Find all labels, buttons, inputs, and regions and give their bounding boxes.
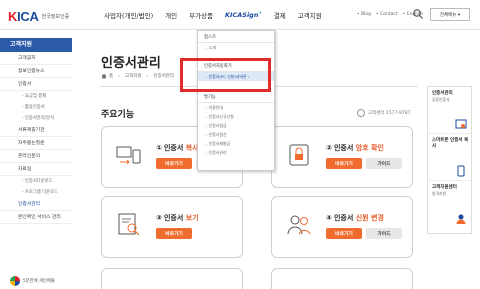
- global-nav: 사업자(개인/법인) 개인 부가상품 KICASign+ 결제 고객지원: [104, 10, 334, 20]
- card-title: ② 인증서 암호 확인: [326, 144, 384, 152]
- sidebar-item-inquiry[interactable]: 온라인문의: [0, 150, 72, 163]
- sidebar-title: 고객지원: [0, 38, 72, 52]
- card-title: ④ 인증서 신원 변경: [326, 214, 384, 222]
- gnb-item-business[interactable]: 사업자(개인/법인): [104, 10, 153, 20]
- sidebar-subitem-analysis[interactable]: - 인증서관리/분석: [0, 113, 72, 124]
- gnb-item-personal[interactable]: 개인: [165, 10, 177, 20]
- breadcrumb-sep-icon: ›: [146, 73, 149, 79]
- feature-card-identity: ④ 인증서 신원 변경 바로가기 가이드: [271, 196, 413, 258]
- shortcut-button[interactable]: 바로가기: [326, 228, 362, 239]
- quick-title: 스마트폰 인증서 복사: [432, 138, 469, 149]
- sidebar-item-news[interactable]: 정보인증뉴스: [0, 65, 72, 78]
- certificate-icon: [455, 119, 467, 129]
- sidebar-item-faq[interactable]: 자주묻는질문: [0, 137, 72, 150]
- sidebar-subitem-cert-download[interactable]: - 인증서다운로드: [0, 176, 72, 187]
- dropdown-item-issue[interactable]: - 인증서발급: [198, 121, 274, 130]
- breadcrumb-home[interactable]: 홈: [109, 73, 113, 79]
- sidebar-subitem-usage[interactable]: - 활용인증서: [0, 102, 72, 113]
- shortcut-button[interactable]: 바로가기: [156, 228, 192, 239]
- quick-menu: 인증서관리 공동인증서 스마트폰 인증서 복사 고객지원센터 원격지원: [427, 86, 472, 234]
- breadcrumb: 홈 › 고객지원 › 인증서관리: [101, 73, 179, 79]
- logo-mark: KICA: [8, 9, 39, 24]
- dropdown-section-title: 발기능: [198, 91, 274, 103]
- smartphone-icon: [457, 165, 465, 177]
- sidebar-subitem-program-download[interactable]: - 프로그램 다운로드: [0, 187, 72, 198]
- people-icon: [287, 215, 311, 235]
- sidebar-item-notice[interactable]: 고객공지: [0, 52, 72, 65]
- util-blog[interactable]: • Blog: [357, 12, 371, 17]
- certificate-view-icon: [118, 213, 140, 236]
- dropdown-section-title: 접스가: [198, 31, 274, 43]
- guide-button[interactable]: 가이드: [366, 228, 402, 239]
- sidebar-item-cert-management[interactable]: 인증서관리: [0, 198, 72, 211]
- dropdown-item-manage[interactable]: - 인증서관리: [198, 148, 274, 157]
- cs-phone: 고객센터 1577-8787: [368, 111, 411, 116]
- lock-icon: [289, 144, 309, 166]
- quick-desc: 원격지원: [432, 191, 446, 196]
- dropdown-item-new[interactable]: - 인증서신규신청: [198, 112, 274, 121]
- support-agent-icon: [456, 214, 466, 224]
- breadcrumb-sep-icon: ›: [118, 73, 120, 79]
- quick-item-remote-support[interactable]: 고객지원센터 원격지원: [428, 181, 471, 228]
- sidebar-item-agencies[interactable]: 서류제출기관: [0, 124, 72, 137]
- footer-logo-text: 5분만에 개인배출: [23, 279, 55, 284]
- breadcrumb-support[interactable]: 고객지원: [125, 73, 142, 79]
- sidebar-subitem-fees[interactable]: - 요금및 결제: [0, 91, 72, 102]
- feature-card-view: ③ 인증서 보기 바로가기: [101, 196, 243, 258]
- quick-item-cert[interactable]: 인증서관리 공동인증서: [428, 87, 471, 134]
- pc-transfer-icon: [116, 146, 141, 165]
- feature-card-password: ② 인증서 암호 확인 바로가기 가이드: [271, 126, 413, 188]
- shortcut-button[interactable]: 바로가기: [326, 158, 362, 169]
- site-header: KICA 한국정보인증 사업자(개인/법인) 개인 부가상품 KICASign+…: [0, 0, 480, 30]
- section-title: 주요기능: [101, 110, 135, 120]
- highlight-box: [180, 58, 271, 92]
- breadcrumb-current: 인증서관리: [153, 74, 175, 79]
- quick-item-smartphone[interactable]: 스마트폰 인증서 복사: [428, 134, 471, 181]
- search-icon[interactable]: [412, 8, 424, 20]
- badge-logo-icon: [10, 276, 20, 286]
- dropdown-item-guide[interactable]: - 이용안내: [198, 103, 274, 112]
- dropdown-item-intro[interactable]: - 소개: [198, 43, 274, 52]
- site-logo[interactable]: KICA 한국정보인증: [8, 9, 69, 24]
- sidebar: 고객지원 고객공지 정보인증뉴스 인증서 - 요금및 결제 - 활용인증서 - …: [0, 38, 72, 224]
- quick-desc: 공동인증서: [432, 97, 450, 102]
- gnb-item-addons[interactable]: 부가상품: [189, 10, 213, 20]
- home-icon[interactable]: [101, 73, 107, 79]
- logo-subtitle: 한국정보인증: [41, 14, 70, 20]
- shortcut-button[interactable]: 바로가기: [156, 158, 192, 169]
- gnb-item-kicasign[interactable]: KICASign+: [225, 10, 262, 20]
- dropdown-item-reissue[interactable]: - 인증서재발급: [198, 139, 274, 148]
- page-title: 인증서관리: [101, 56, 161, 71]
- util-contact[interactable]: • Contact: [376, 12, 398, 17]
- customer-center-info: 고객센터 1577-8787: [357, 109, 411, 117]
- sidebar-item-identity-service[interactable]: 본인확인 서비스 관리: [0, 211, 72, 224]
- sidebar-item-resources[interactable]: 자료실: [0, 163, 72, 176]
- feature-card-partial: [101, 268, 243, 289]
- all-menu-button[interactable]: 전체메뉴 ▾: [430, 8, 470, 21]
- card-title: ① 인증서 복사: [156, 144, 199, 152]
- gnb-item-payment[interactable]: 결제: [274, 10, 286, 20]
- card-title: ③ 인증서 보기: [156, 214, 199, 222]
- sidebar-footer-logo: 5분만에 개인배출: [10, 276, 55, 286]
- sidebar-item-certificate[interactable]: 인증서: [0, 78, 72, 91]
- kicasign-dropdown: 접스가 - 소개 인증서자동화기 - 인증서(PC 신분)서바폰 › 발기능 -…: [197, 30, 275, 171]
- feature-card-partial: [271, 268, 413, 289]
- guide-button[interactable]: 가이드: [366, 158, 402, 169]
- headset-icon: [357, 109, 365, 117]
- gnb-item-support[interactable]: 고객지원: [298, 10, 322, 20]
- dropdown-item-renew[interactable]: - 인증서갱신: [198, 130, 274, 139]
